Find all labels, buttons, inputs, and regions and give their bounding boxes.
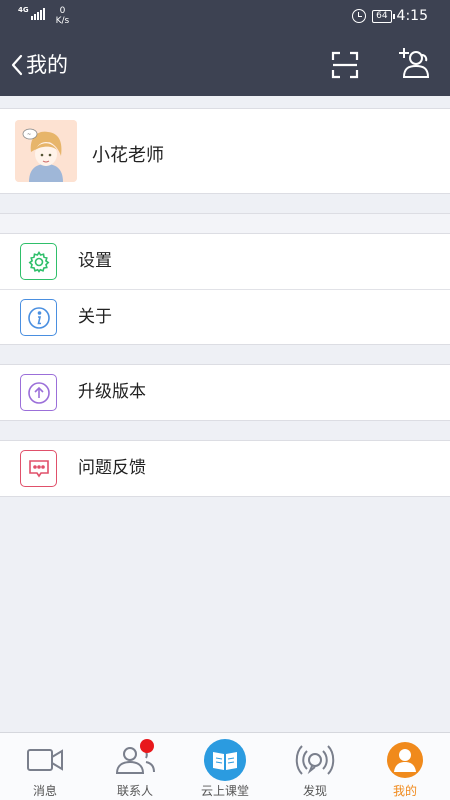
status-left: 4G 0 K/s (18, 6, 69, 26)
person-icon (360, 738, 450, 782)
notification-badge (140, 739, 154, 753)
tab-label-cloud-classroom: 云上课堂 (200, 784, 249, 798)
tab-label-mine: 我的 (392, 784, 417, 798)
info-icon (20, 299, 57, 336)
tab-label-contacts: 联系人 (116, 784, 153, 798)
tab-cloud-classroom[interactable]: 云上课堂 (180, 733, 270, 800)
cartoon-girl-avatar-icon: ~ (15, 120, 77, 182)
bottom-tab-bar: 消息 联系人 云上课堂 发现 我的 (0, 732, 450, 800)
speed-unit: K/s (55, 16, 70, 26)
tab-label-messages: 消息 (32, 784, 57, 798)
profile-name: 小花老师 (92, 145, 164, 166)
network-speed: 0 K/s (56, 6, 70, 26)
profile-card[interactable]: ~ 小花老师 (0, 108, 450, 194)
menu-group-general: 设置 关于 (0, 233, 450, 345)
tab-mine[interactable]: 我的 (360, 733, 450, 800)
network-type: 4G (18, 6, 29, 14)
tab-discover[interactable]: 发现 (270, 733, 360, 800)
tab-label-discover: 发现 (302, 784, 327, 798)
menu-group-feedback: 问题反馈 (0, 440, 450, 497)
section-divider (0, 213, 450, 233)
menu-item-settings[interactable]: 设置 (0, 234, 450, 289)
svg-text:~: ~ (27, 132, 31, 138)
menu-item-feedback[interactable]: 问题反馈 (0, 441, 450, 496)
menu-label-upgrade: 升级版本 (78, 382, 146, 402)
tab-contacts[interactable]: 联系人 (90, 733, 180, 800)
status-right: 64 4:15 (352, 8, 428, 24)
menu-label-feedback: 问题反馈 (78, 458, 146, 478)
menu-label-about: 关于 (78, 307, 112, 327)
add-contact-icon[interactable] (396, 45, 432, 81)
scan-icon[interactable] (330, 50, 360, 80)
avatar: ~ (15, 120, 77, 182)
status-bar: 4G 0 K/s 64 4:15 (0, 0, 450, 35)
signal-icon (30, 8, 46, 20)
battery-icon: 64 (372, 9, 396, 23)
video-camera-icon (0, 738, 90, 782)
menu-label-settings: 设置 (78, 251, 112, 271)
speed-value: 0 (59, 6, 66, 16)
alarm-icon (352, 9, 367, 23)
menu-item-upgrade[interactable]: 升级版本 (0, 365, 450, 420)
menu-item-about[interactable]: 关于 (0, 289, 450, 344)
tab-messages[interactable]: 消息 (0, 733, 90, 800)
book-icon (180, 738, 270, 782)
gear-icon (20, 243, 57, 280)
chat-bubble-icon (20, 450, 57, 487)
menu-group-upgrade: 升级版本 (0, 364, 450, 421)
nav-bar: 我的 (0, 35, 450, 96)
chevron-left-icon[interactable] (6, 51, 28, 79)
contacts-icon (90, 738, 180, 782)
upload-arrow-icon (20, 374, 57, 411)
clock-time: 4:15 (396, 8, 428, 24)
broadcast-icon (270, 738, 360, 782)
page-title: 我的 (26, 53, 68, 77)
